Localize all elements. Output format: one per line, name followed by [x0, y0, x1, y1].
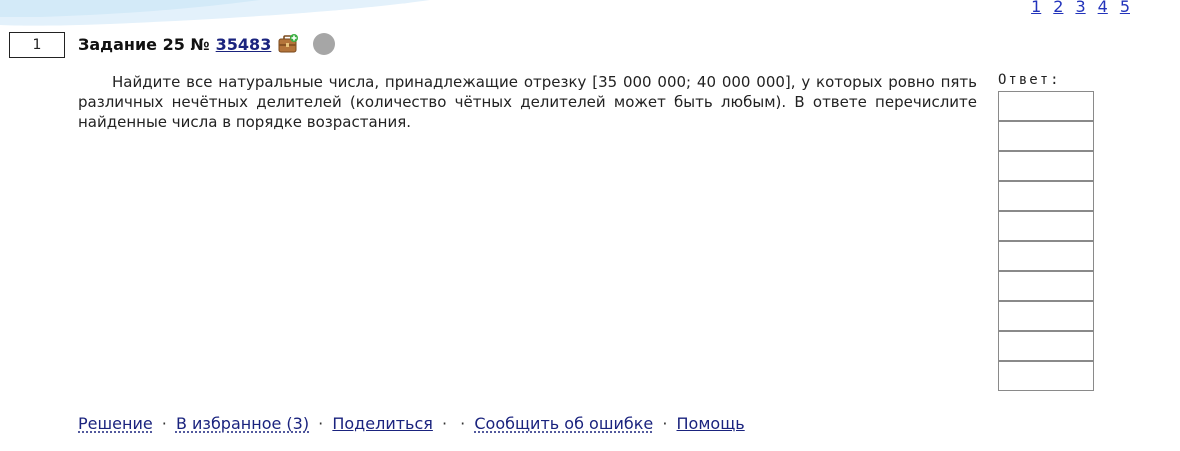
- task-title: Задание 25 №: [78, 34, 210, 54]
- add-to-favorites-link[interactable]: В избранное (3): [176, 414, 309, 433]
- page-link-4[interactable]: 4: [1098, 0, 1108, 16]
- page-link-1[interactable]: 1: [1031, 0, 1041, 16]
- status-circle-icon: [313, 33, 336, 55]
- answer-label: Ответ:: [998, 72, 1061, 88]
- answer-field-5[interactable]: [998, 211, 1094, 241]
- task-header: Задание 25 № 35483: [78, 33, 336, 55]
- answer-field-10[interactable]: [998, 361, 1094, 391]
- separator: ·: [161, 414, 167, 433]
- separator: ·: [460, 414, 466, 433]
- briefcase-add-icon[interactable]: [277, 33, 299, 55]
- answer-field-9[interactable]: [998, 331, 1094, 361]
- help-link[interactable]: Помощь: [677, 414, 745, 433]
- task-statement: Найдите все натуральные числа, принадлеж…: [78, 73, 977, 131]
- answer-field-4[interactable]: [998, 181, 1094, 211]
- task-id-link[interactable]: 35483: [216, 35, 272, 54]
- answer-field-2[interactable]: [998, 121, 1094, 151]
- task-number-box: 1: [9, 32, 65, 58]
- separator: ·: [662, 414, 668, 433]
- solution-link[interactable]: Решение: [78, 414, 153, 433]
- report-error-link[interactable]: Сообщить об ошибке: [474, 414, 653, 433]
- page-link-5[interactable]: 5: [1120, 0, 1130, 16]
- page-link-3[interactable]: 3: [1075, 0, 1085, 16]
- page-link-2[interactable]: 2: [1053, 0, 1063, 16]
- answer-block: Ответ:: [998, 72, 1094, 391]
- answer-field-3[interactable]: [998, 151, 1094, 181]
- answer-field-1[interactable]: [998, 91, 1094, 121]
- share-link[interactable]: Поделиться: [332, 414, 433, 433]
- answer-field-7[interactable]: [998, 271, 1094, 301]
- answer-field-8[interactable]: [998, 301, 1094, 331]
- pagination: 1 2 3 4 5: [1031, 0, 1130, 16]
- task-actions: Решение · В избранное (3) · Поделиться ·…: [78, 414, 745, 433]
- page: 1 2 3 4 5 1 Задание 25 № 35483 Найдите в…: [0, 0, 1180, 451]
- separator: ·: [441, 414, 448, 433]
- separator: ·: [318, 414, 324, 433]
- answer-field-6[interactable]: [998, 241, 1094, 271]
